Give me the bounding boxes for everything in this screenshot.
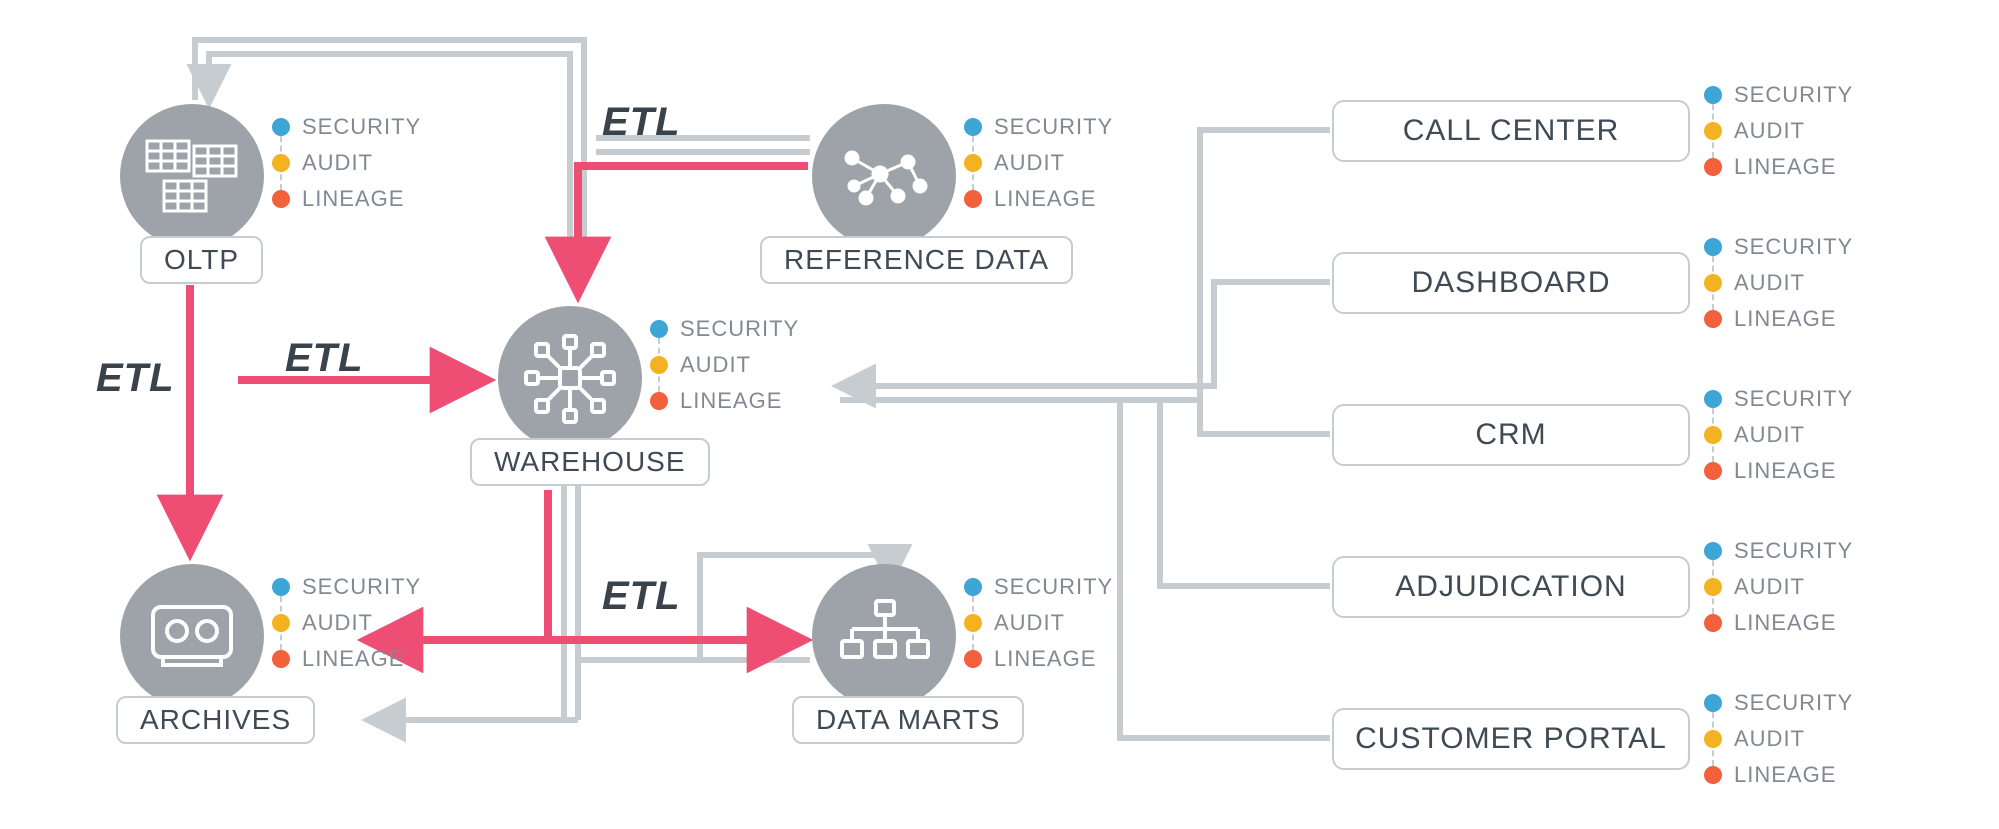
graph-icon: [836, 138, 932, 214]
node-warehouse: [498, 306, 642, 450]
tape-icon: [149, 603, 235, 669]
etl-label-oltp-warehouse: ETL: [285, 336, 364, 381]
app-dashboard: DASHBOARD: [1332, 252, 1690, 314]
node-reference: [812, 104, 956, 248]
sal-audit-label: AUDIT: [302, 150, 373, 176]
dot-audit: [272, 154, 290, 172]
dot-security: [272, 118, 290, 136]
dot-lineage: [272, 190, 290, 208]
app-call-center: CALL CENTER: [1332, 100, 1690, 162]
node-datamarts: [812, 564, 956, 708]
sal-security-label: SECURITY: [302, 114, 421, 140]
hierarchy-icon: [838, 597, 930, 675]
hub-icon: [524, 332, 616, 424]
tables-icon: [142, 136, 242, 216]
node-label-datamarts: DATA MARTS: [792, 696, 1024, 744]
node-label-warehouse: WAREHOUSE: [470, 438, 710, 486]
node-oltp: [120, 104, 264, 248]
node-label-archives: ARCHIVES: [116, 696, 315, 744]
etl-label-warehouse-out: ETL: [602, 574, 681, 619]
node-label-reference: REFERENCE DATA: [760, 236, 1073, 284]
node-label-oltp: OLTP: [140, 236, 263, 284]
app-adjudication: ADJUDICATION: [1332, 556, 1690, 618]
app-crm: CRM: [1332, 404, 1690, 466]
etl-label-reference-warehouse: ETL: [602, 100, 681, 145]
node-archives: [120, 564, 264, 708]
diagram-canvas: ETL ETL ETL ETL OLTP SECURITY AUDIT LINE…: [0, 0, 1999, 829]
sal-lineage-label: LINEAGE: [302, 186, 404, 212]
etl-label-oltp-archives: ETL: [96, 356, 175, 401]
app-customer-portal: CUSTOMER PORTAL: [1332, 708, 1690, 770]
